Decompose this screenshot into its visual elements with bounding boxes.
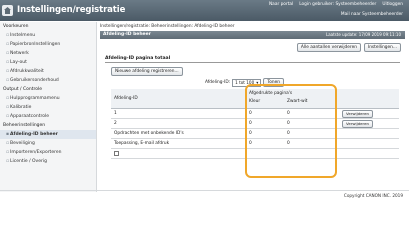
copyright: Copyright CANON INC. 2019 — [343, 193, 403, 198]
sidebar-section-management: Beheerinstellingen — [3, 123, 46, 128]
sidebar-item-print-quality[interactable]: ▫Afdrukkwaliteit — [0, 67, 96, 76]
panel-header: Afdeling-ID beheer Laatste update: 17/09… — [100, 31, 405, 39]
home-icon[interactable] — [2, 4, 13, 16]
sidebar-item-user-maintenance[interactable]: ▫Gebruikersonderhoud — [0, 76, 96, 85]
row-dept-id[interactable]: 1 — [114, 109, 117, 119]
sidebar-item-label: Importeren/Exporteren — [10, 150, 62, 155]
sidebar-item-label: Netwerk — [10, 51, 29, 56]
row-dept-id[interactable]: 2 — [114, 119, 117, 129]
sidebar-item-label: Instelmenu — [10, 33, 36, 38]
sidebar-item-paper-source[interactable]: ▫Papierbronlnstellingen — [0, 40, 96, 49]
sidebar-section-output: Output / Controle — [3, 87, 43, 92]
sidebar-item-calibration[interactable]: ▫Kalibratie — [0, 103, 96, 112]
sidebar-item-label: Kalibratie — [10, 105, 32, 110]
sidebar-item-label: Apparaatcontrole — [10, 114, 50, 119]
sidebar-item-label: Gebruikersonderhoud — [10, 78, 59, 83]
sidebar-item-instelmenu[interactable]: ▫Instelmenu — [0, 31, 96, 40]
row-dept-id: Toepassing, E-mail afdruk — [114, 141, 170, 146]
delete-button[interactable]: Verwijderen — [342, 120, 373, 128]
scroll-checkbox-icon[interactable] — [114, 151, 119, 156]
sidebar-item-label: Beveiliging — [10, 141, 35, 146]
portal-link[interactable]: Naar portal — [269, 2, 293, 7]
sidebar-item-label: Hulpprogrammamenu — [10, 96, 60, 101]
sidebar-item-layout[interactable]: ▫Lay-out — [0, 58, 96, 67]
col-dept-id: Afdeling-ID — [114, 96, 138, 101]
sidebar-item-import-export[interactable]: ▫Importeren/Exporteren — [0, 148, 96, 157]
sidebar-item-label: Lay-out — [10, 60, 27, 65]
settings-button[interactable]: Instellingen... — [363, 43, 401, 52]
sidebar-item-license[interactable]: ▫Licentie / Overig — [0, 157, 96, 166]
delete-button[interactable]: Verwijderen — [342, 110, 373, 118]
sidebar-item-device-control[interactable]: ▫Apparaatcontrole — [0, 112, 96, 121]
logout-link[interactable]: Uitloggen — [382, 2, 403, 7]
sidebar-item-network[interactable]: ▫Netwerk — [0, 49, 96, 58]
header-links: Naar portal Login gebruiker: Systeembehe… — [269, 2, 403, 7]
page-title: Afdeling-ID beheer — [103, 32, 151, 37]
sidebar-item-label: Licentie / Overig — [10, 159, 47, 164]
main-content: Instellingen/registratie: Beheerinstelli… — [100, 22, 405, 76]
breadcrumb: Instellingen/registratie: Beheerinstelli… — [100, 24, 235, 29]
user-login-text: Login gebruiker: Systeembeheerder — [299, 2, 377, 7]
sidebar-item-label: Afdeling-ID beheer — [10, 132, 58, 137]
clear-all-counts-button[interactable]: Alle aantallen verwijderen — [296, 43, 361, 52]
mail-admin-link[interactable]: Mail naar Systeembeheerder — [341, 12, 403, 17]
sidebar-item-label: Afdrukkwaliteit — [10, 69, 44, 74]
sidebar-item-security[interactable]: ▫Beveiliging — [0, 139, 96, 148]
sidebar-item-label: Papierbronlnstellingen — [10, 42, 61, 47]
sidebar-item-dept-id[interactable]: ▪Afdeling-ID beheer — [0, 130, 96, 139]
section-title: Afdeling-ID pagina totaal — [105, 55, 400, 63]
app-title: Instellingen/registratie — [17, 5, 126, 15]
action-buttons: Alle aantallen verwijderen Instellingen.… — [100, 43, 405, 52]
last-updated: Laatste update: 17/09 2019 09:11:10 — [325, 32, 401, 37]
sidebar-section-preferences: Voorkeuren — [3, 24, 29, 29]
register-department-button[interactable]: Nieuwe afdeling registreren... — [111, 67, 183, 76]
printed-pages-highlight — [245, 84, 337, 178]
row-dept-id: Opdrachten met onbekende ID's — [114, 131, 184, 136]
filter-label: Afdeling-ID: — [205, 80, 231, 85]
sidebar-item-utility[interactable]: ▫Hulpprogrammamenu — [0, 94, 96, 103]
sidebar: Voorkeuren ▫Instelmenu ▫Papierbronlnstel… — [0, 22, 97, 192]
brand: Instellingen/registratie — [2, 3, 125, 17]
footer-divider — [0, 190, 409, 191]
top-bar: Instellingen/registratie Naar portal Log… — [0, 0, 409, 21]
